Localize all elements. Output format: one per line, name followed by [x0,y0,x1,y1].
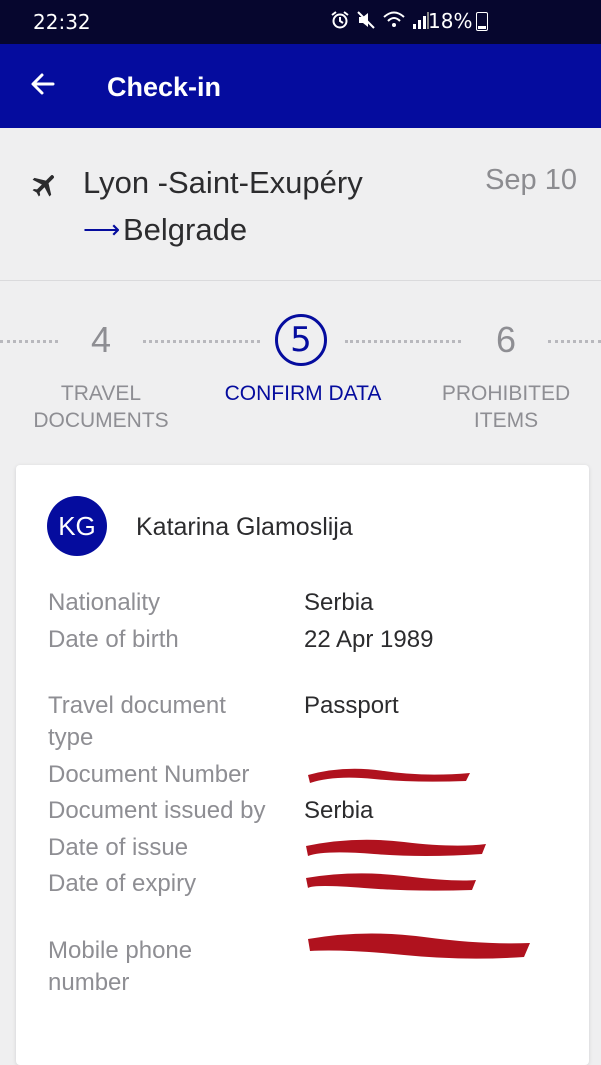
doc-type-value: Passport [304,692,399,719]
step-connector [0,340,58,343]
page-title: Check-in [107,72,222,102]
battery-percent: 18% [428,9,473,33]
step-6-label-line2: ITEMS [473,409,539,432]
status-bar: 22:32 18% [0,0,601,44]
step-4-label[interactable]: TRAVEL DOCUMENTS [16,380,186,434]
date-expiry-label: Date of expiry [48,870,197,897]
doc-number-label: Document Number [48,761,250,788]
back-arrow-icon[interactable] [27,68,59,100]
mute-icon [357,11,375,29]
step-4-number[interactable]: 4 [71,319,131,361]
dob-value: 22 Apr 1989 [304,626,434,653]
flight-date: Sep 10 [485,164,577,196]
flight-route: Lyon -Saint-Exupéry ⟶ Belgrade Sep 10 [0,128,601,281]
redaction-mark [308,933,530,959]
step-6-number[interactable]: 6 [476,319,536,361]
step-4-label-line2: DOCUMENTS [33,409,169,432]
status-icons [330,10,430,30]
phone-label: Mobile phone number [48,935,298,999]
step-5-number[interactable]: 5 [275,314,327,366]
passenger-name: Katarina Glamoslija [136,513,353,541]
doc-type-label-line2: type [48,724,94,751]
step-6-label[interactable]: PROHIBITED ITEMS [420,380,592,434]
nationality-label: Nationality [48,589,161,616]
step-4-label-line1: TRAVEL [60,382,142,405]
doc-type-label: Travel document type [48,690,298,754]
app-bar: Check-in [0,44,601,128]
step-5-label-line1: CONFIRM DATA [224,382,382,405]
issued-by-value: Serbia [304,797,374,824]
nationality-value: Serbia [304,589,374,616]
avatar: KG [47,496,107,556]
doc-type-label-line1: Travel document [48,692,226,719]
step-connector [143,340,260,343]
checkin-stepper: 4 5 6 TRAVEL DOCUMENTS CONFIRM DATA PROH… [0,281,601,461]
step-connector [548,340,601,343]
origin-airport: Lyon -Saint-Exupéry [83,165,363,200]
passenger-card: KG Katarina Glamoslija Nationality Serbi… [16,465,589,1065]
issued-by-label: Document issued by [48,797,266,824]
step-5-label[interactable]: CONFIRM DATA [206,380,400,407]
date-issue-label: Date of issue [48,834,189,861]
step-6-label-line1: PROHIBITED [441,382,571,405]
battery-icon [476,11,489,31]
alarm-icon [331,11,349,29]
wifi-icon [383,11,405,27]
phone-label-line2: number [48,969,130,996]
airplane-icon [32,175,54,197]
status-time: 22:32 [33,10,91,34]
redaction-mark [308,768,470,783]
phone-label-line1: Mobile phone [48,937,193,964]
battery: 18% [428,9,489,33]
destination-city: Belgrade [123,212,248,247]
redaction-mark [306,839,486,856]
dob-label: Date of birth [48,626,179,653]
step-connector [345,340,461,343]
route-arrow: ⟶ [83,214,121,244]
redaction-mark [306,873,476,891]
